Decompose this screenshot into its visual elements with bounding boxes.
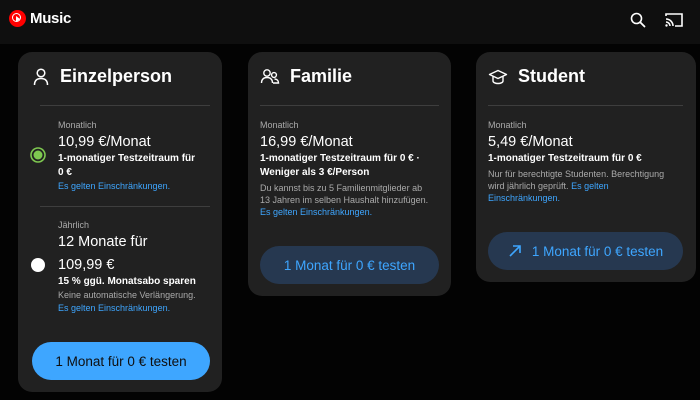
restrictions-link-cont[interactable]: Einschränkungen. [488,192,560,205]
plan-header: Einzelperson [32,66,172,87]
music-logo-icon [9,10,26,27]
plan-description: Du kannst bis zu 5 Familienmitglieder ab [260,183,423,193]
divider [488,105,683,106]
trial-button[interactable]: 1 Monat für 0 € testen [32,342,210,380]
option-label: Jährlich [58,220,90,230]
option-label: Monatlich [260,120,299,130]
external-link-arrow-icon [509,245,521,257]
plan-card-individual: Einzelperson Monatlich 10,99 €/Monat 1-m… [18,52,222,392]
app-logo[interactable]: Music [9,10,71,27]
plan-header: Student [488,66,585,87]
savings-text: 15 % ggü. Monatsabo sparen [58,276,196,287]
plan-header: Familie [260,66,352,87]
plan-description-cont: wird jährlich geprüft. Es gelten [488,180,609,193]
restrictions-link[interactable]: Es gelten [571,181,609,191]
trial-button[interactable]: 1 Monat für 0 € testen [260,246,439,284]
family-icon [260,68,280,84]
restrictions-link[interactable]: Es gelten Einschränkungen. [58,302,170,315]
trial-text-cont: 0 € [58,167,72,178]
trial-text: 1-monatiger Testzeitraum für 0 € · [260,153,420,164]
divider [40,206,210,207]
plan-title: Student [518,66,585,86]
trial-text-cont: Weniger als 3 €/Person [260,167,370,178]
restrictions-link[interactable]: Es gelten Einschränkungen. [58,180,170,193]
trial-button-label: 1 Monat für 0 € testen [531,243,664,259]
option-price-cont: 109,99 € [58,257,115,273]
option-label: Monatlich [488,120,527,130]
plan-description: Nur für berechtigte Studenten. Berechtig… [488,169,665,179]
trial-text: 1-monatiger Testzeitraum für [58,153,196,164]
divider [40,105,210,106]
trial-text: 1-monatiger Testzeitraum für 0 € [488,153,642,164]
divider [260,105,439,106]
radio-selected-icon[interactable] [30,147,46,163]
search-icon[interactable] [628,10,648,30]
option-price: 16,99 €/Monat [260,134,353,150]
option-label: Monatlich [58,120,97,130]
renewal-note: Keine automatische Verlängerung. [58,290,196,300]
radio-unselected-icon[interactable] [30,257,46,273]
top-bar: Music [0,0,700,44]
restrictions-link[interactable]: Es gelten Einschränkungen. [260,206,372,219]
option-price: 12 Monate für [58,234,148,250]
option-price: 5,49 €/Monat [488,134,573,150]
person-icon [33,67,49,85]
app-title: Music [30,10,72,27]
eligibility-note: wird jährlich geprüft. [488,181,569,191]
plan-card-student: Student Monatlich 5,49 €/Monat 1-monatig… [476,52,696,282]
graduation-cap-icon [488,69,508,84]
option-price: 10,99 €/Monat [58,134,151,150]
plan-title: Einzelperson [60,66,173,86]
plan-title: Familie [290,66,353,86]
trial-button[interactable]: 1 Monat für 0 € testen [488,232,683,270]
plan-description-cont: 13 Jahren im selben Haushalt hinzufügen. [260,195,429,205]
cast-icon[interactable] [663,10,685,30]
plan-card-family: Familie Monatlich 16,99 €/Monat 1-monati… [248,52,451,296]
